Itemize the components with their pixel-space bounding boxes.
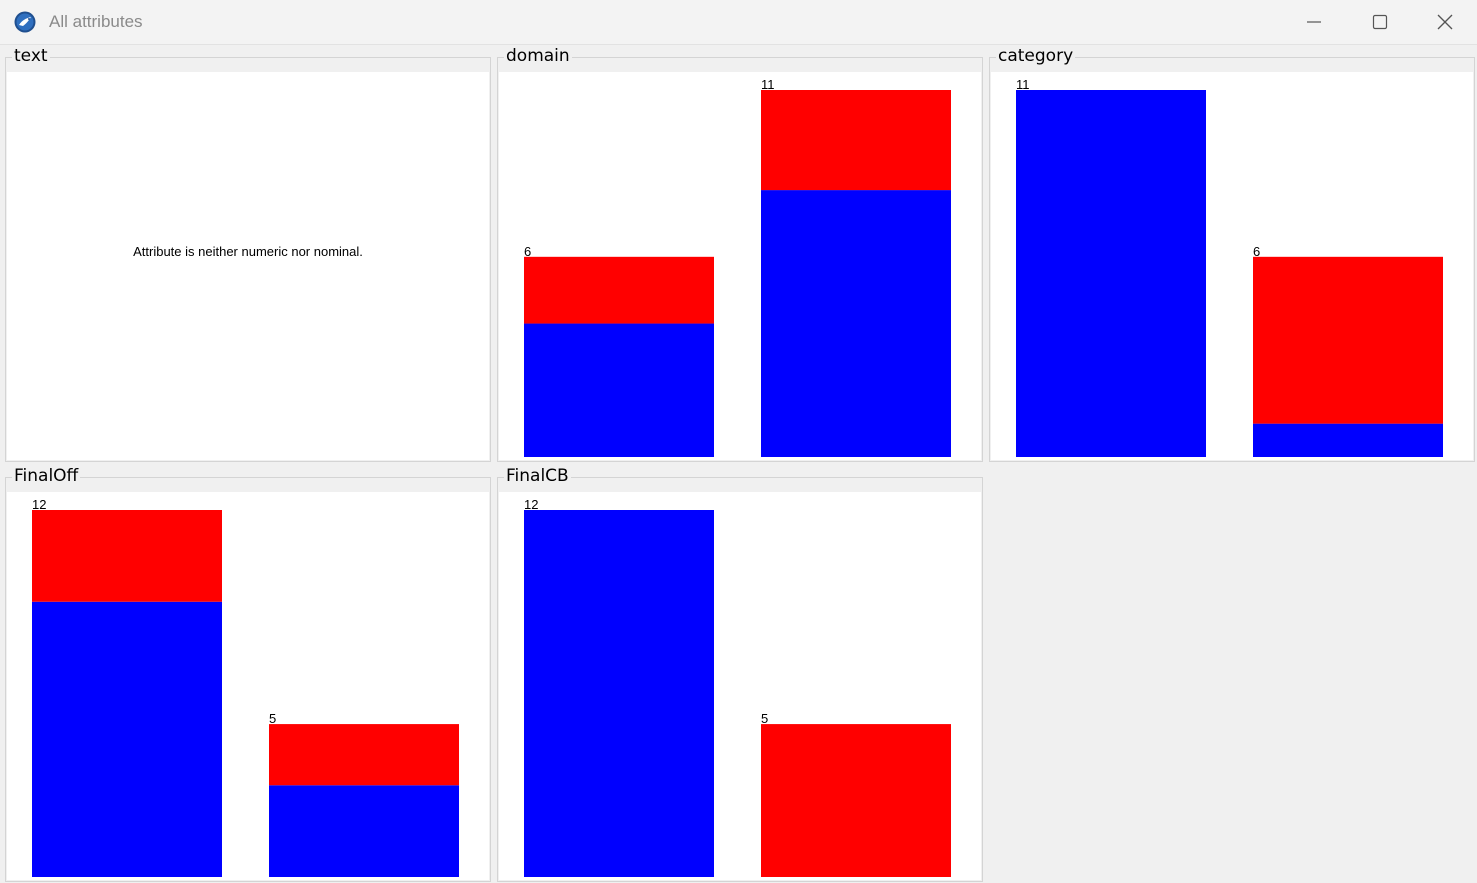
plot-area[interactable]: 12 5 bbox=[7, 492, 489, 880]
minimize-icon bbox=[1307, 21, 1321, 23]
bar-segment bbox=[1253, 423, 1443, 457]
maximize-icon bbox=[1372, 14, 1388, 30]
plot-area: Attribute is neither numeric nor nominal… bbox=[7, 72, 489, 460]
maximize-button[interactable] bbox=[1347, 0, 1413, 44]
attribute-panel-text: text Attribute is neither numeric nor no… bbox=[5, 46, 491, 462]
title-bar[interactable]: All attributes bbox=[0, 0, 1477, 45]
bar-segment bbox=[761, 724, 951, 877]
panel-label: FinalCB bbox=[504, 466, 571, 486]
bar-count-label: 6 bbox=[524, 244, 531, 259]
panel-label: text bbox=[12, 46, 50, 66]
bar-count-label: 11 bbox=[1016, 77, 1030, 92]
attribute-panel-finalcb[interactable]: FinalCB 12 5 bbox=[497, 466, 983, 882]
bar-segment bbox=[269, 785, 459, 877]
bar-segment bbox=[524, 323, 714, 457]
window: All attributes text Attribute is neither… bbox=[0, 0, 1477, 883]
bar-count-label: 11 bbox=[761, 77, 775, 92]
bar-count-label: 12 bbox=[524, 497, 538, 512]
bar-segment bbox=[524, 256, 714, 324]
attribute-panel-domain[interactable]: domain 6 11 bbox=[497, 46, 983, 462]
bar-count-label: 12 bbox=[32, 497, 46, 512]
bar-count-label: 5 bbox=[269, 711, 276, 726]
histogram-finalcb: 12 5 bbox=[524, 497, 951, 877]
bar-segment bbox=[32, 601, 222, 877]
bar-segment bbox=[761, 190, 951, 457]
close-button[interactable] bbox=[1412, 0, 1477, 44]
bar-count-label: 5 bbox=[761, 711, 768, 726]
histogram-finaloff: 12 5 bbox=[32, 497, 459, 877]
bar-segment bbox=[32, 510, 222, 602]
attribute-panel-category[interactable]: category 11 6 bbox=[989, 46, 1475, 462]
bar-count-label: 6 bbox=[1253, 244, 1260, 259]
plot-area[interactable]: 12 5 bbox=[499, 492, 981, 880]
close-icon bbox=[1437, 14, 1453, 30]
panel-label: category bbox=[996, 46, 1076, 66]
bar-segment bbox=[269, 724, 459, 786]
bar-segment bbox=[761, 90, 951, 191]
bar-segment bbox=[524, 510, 714, 877]
plot-area[interactable]: 11 6 bbox=[991, 72, 1473, 460]
window-title: All attributes bbox=[49, 12, 143, 31]
bar-segment bbox=[1253, 256, 1443, 424]
not-applicable-message: Attribute is neither numeric nor nominal… bbox=[133, 244, 363, 259]
histogram-domain: 6 11 bbox=[524, 77, 951, 457]
panel-label: domain bbox=[504, 46, 572, 66]
bar-segment bbox=[1016, 90, 1206, 457]
attribute-panel-finaloff[interactable]: FinalOff 12 5 bbox=[5, 466, 491, 882]
plot-area[interactable]: 6 11 bbox=[499, 72, 981, 460]
weka-bird-icon bbox=[14, 11, 36, 33]
histogram-category: 11 6 bbox=[1016, 77, 1443, 457]
panel-label: FinalOff bbox=[12, 466, 81, 486]
minimize-button[interactable] bbox=[1281, 0, 1347, 44]
